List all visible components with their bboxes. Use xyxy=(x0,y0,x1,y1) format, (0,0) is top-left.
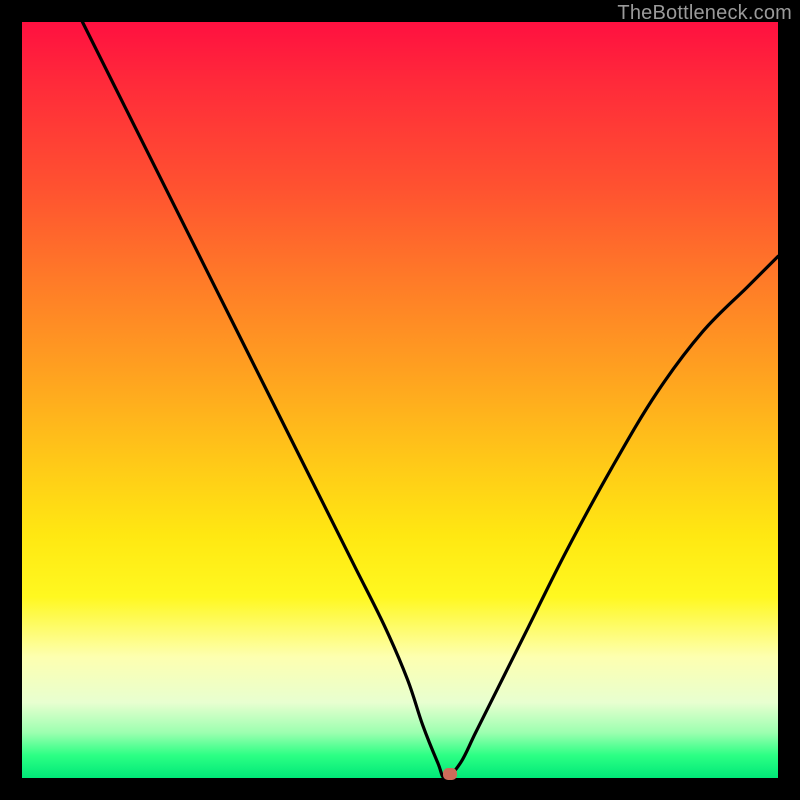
bottleneck-curve xyxy=(22,22,778,778)
watermark-text: TheBottleneck.com xyxy=(617,2,792,25)
plot-area xyxy=(22,22,778,778)
chart-frame: TheBottleneck.com xyxy=(0,0,800,800)
optimal-point-marker xyxy=(443,768,457,780)
